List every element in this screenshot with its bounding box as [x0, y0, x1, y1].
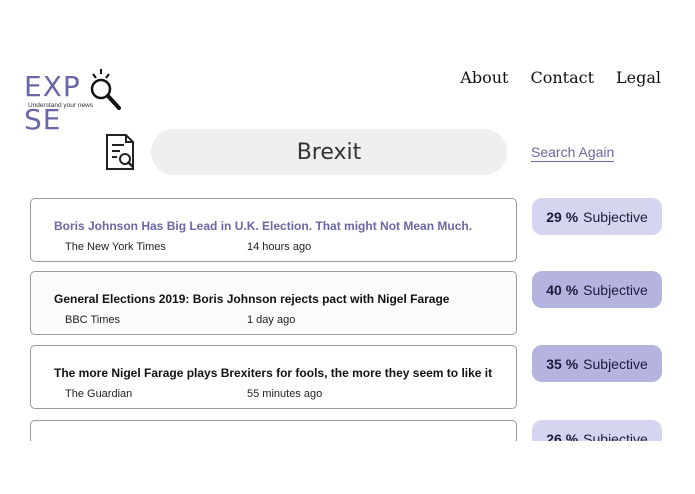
result-source: The New York Times [65, 241, 166, 253]
subjectivity-percent: 29 % [546, 208, 579, 225]
result-title[interactable]: General Elections 2019: Boris Johnson re… [54, 292, 449, 306]
result-time: 55 minutes ago [247, 388, 323, 400]
subjectivity-percent: 35 % [546, 355, 579, 372]
subjectivity-badge: 29 % Subjective [532, 198, 662, 235]
subjectivity-label: Subjective [583, 208, 648, 225]
result-card[interactable]: General Elections 2019: Boris Johnson re… [30, 271, 517, 335]
result-title[interactable]: The more Nigel Farage plays Brexiters fo… [54, 366, 492, 380]
result-source: The Guardian [65, 388, 133, 400]
subjectivity-label: Subjective [583, 355, 648, 372]
result-source: BBC Times [65, 314, 121, 326]
subjectivity-label: Subjective [583, 281, 648, 298]
result-card[interactable]: Boris Johnson Has Big Lead in U.K. Elect… [30, 198, 517, 262]
subjectivity-percent: 40 % [546, 281, 579, 298]
subjectivity-badge: 40 % Subjective [532, 271, 662, 308]
result-title[interactable]: Boris Johnson Has Big Lead in U.K. Elect… [54, 219, 472, 233]
result-card[interactable] [30, 420, 517, 441]
result-time: 14 hours ago [247, 241, 312, 253]
results-list: Boris Johnson Has Big Lead in U.K. Elect… [0, 0, 695, 441]
subjectivity-percent: 26 % [546, 430, 579, 442]
subjectivity-badge: 35 % Subjective [532, 345, 662, 382]
subjectivity-badge: 26 % Subjective [532, 420, 662, 441]
result-card[interactable]: The more Nigel Farage plays Brexiters fo… [30, 345, 517, 409]
result-time: 1 day ago [247, 314, 296, 326]
subjectivity-label: Subjective [583, 430, 648, 442]
